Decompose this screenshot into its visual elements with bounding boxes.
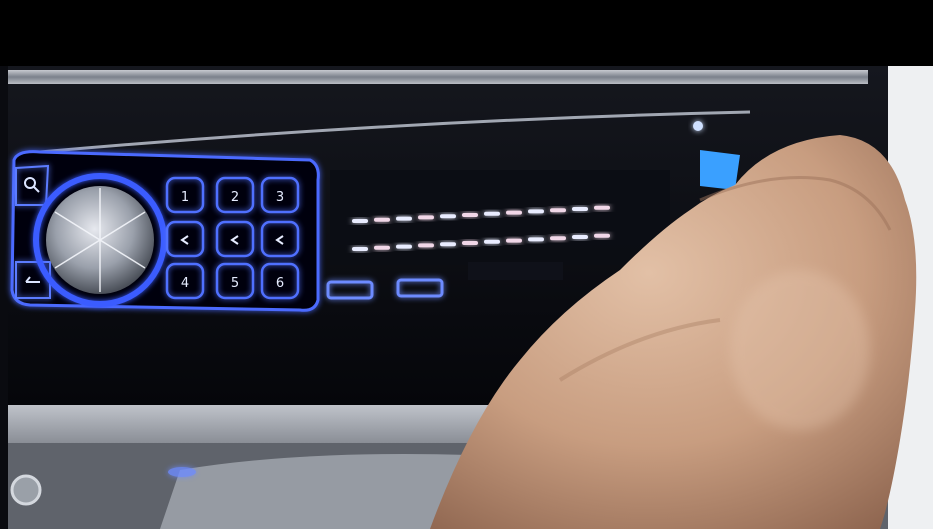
bolt <box>10 474 42 506</box>
preset-label: 4 <box>181 276 189 291</box>
top-black-bar <box>0 0 933 66</box>
eq-segment <box>418 243 434 248</box>
eq-segment <box>462 241 478 245</box>
eq-segment <box>374 245 390 250</box>
eq-segment <box>418 215 434 220</box>
eq-segment <box>484 239 500 244</box>
eq-segment <box>550 236 566 241</box>
car-stereo-photo: 1 2 3 4 5 6 <box>0 0 933 529</box>
eq-segment <box>396 244 412 249</box>
eq-segment <box>506 238 522 243</box>
photo-canvas: 1 2 3 4 5 6 <box>0 0 933 529</box>
top-chrome-trim <box>8 70 868 84</box>
eq-segment <box>572 235 588 239</box>
preset-label: 6 <box>276 276 284 291</box>
eq-segment <box>594 233 610 238</box>
eq-segment <box>352 219 368 223</box>
power-led <box>693 121 703 131</box>
eq-segment <box>374 217 390 222</box>
format-labels <box>468 262 563 280</box>
preset-label: 1 <box>181 190 189 205</box>
eq-segment <box>550 208 566 213</box>
eq-segment <box>528 237 544 242</box>
eq-segment <box>528 209 544 214</box>
eq-segment <box>484 211 500 216</box>
display-window <box>330 170 670 265</box>
eq-segment <box>440 214 456 219</box>
eq-segment <box>440 242 456 247</box>
eq-segment <box>462 213 478 217</box>
preset-label: 2 <box>231 190 239 205</box>
eq-segment <box>396 216 412 221</box>
usb-stick <box>700 150 740 190</box>
eq-segment <box>572 207 588 211</box>
eq-segment <box>506 210 522 215</box>
base-led <box>168 467 196 477</box>
eq-segment <box>352 247 368 251</box>
eq-segment <box>594 205 610 210</box>
preset-label: 3 <box>276 190 284 205</box>
preset-label: 5 <box>231 276 239 291</box>
